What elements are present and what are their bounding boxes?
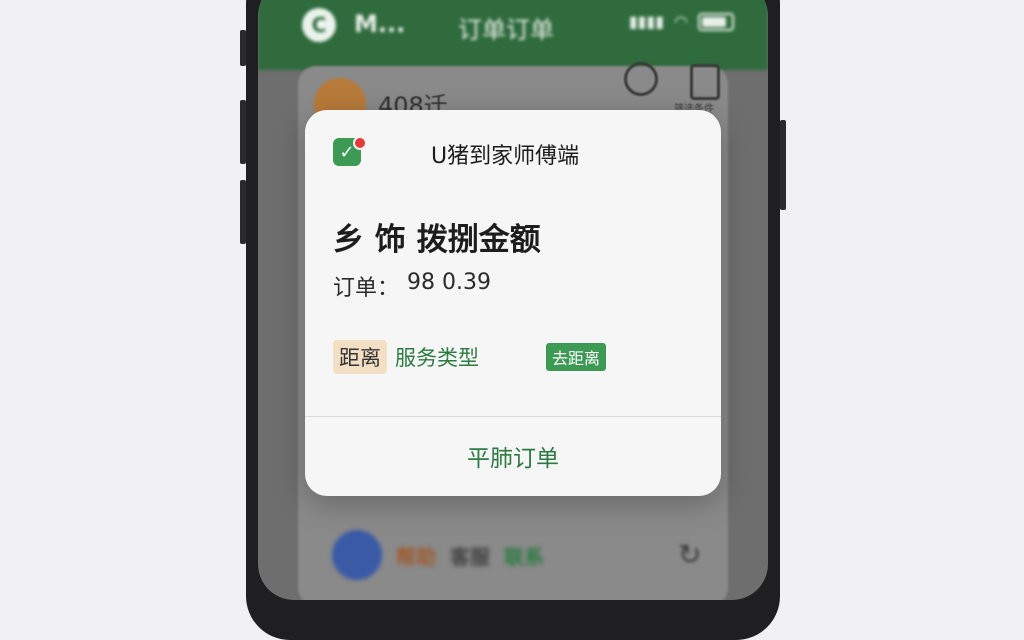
order-value: 98 0.39 <box>407 270 491 295</box>
bottom-avatar <box>332 530 382 580</box>
search-icon <box>624 62 658 96</box>
order-line: 订单： 98 0.39 <box>333 270 491 302</box>
phone-side-button <box>240 30 246 66</box>
tag-row: 距离 服务类型 <box>333 340 479 374</box>
power-button <box>780 120 786 210</box>
go-distance-badge[interactable]: 去距离 <box>546 343 607 371</box>
status-bar: ▮▮▮▮ ◠ <box>629 12 734 31</box>
signal-icon: ▮▮▮▮ <box>628 12 665 31</box>
dialog-app-name: U猪到家师傅端 <box>431 144 580 169</box>
chip-help: 帮助 <box>396 544 436 569</box>
clipboard-icon <box>690 64 720 100</box>
accept-order-button[interactable]: 平肺订单 <box>305 416 721 496</box>
battery-icon <box>698 12 734 31</box>
bottom-list-item: 帮助 客服 联系 <box>332 530 544 580</box>
app-header: C M... 订单订单 ▮▮▮▮ ◠ <box>258 0 768 70</box>
notification-badge <box>353 136 367 150</box>
app-name: M... <box>354 10 406 38</box>
chevron-icon: ↻ <box>678 538 702 571</box>
distance-tag: 距离 <box>333 340 387 374</box>
header-title: 订单订单 <box>458 16 554 44</box>
chip-service: 客服 <box>450 544 490 569</box>
app-logo: C <box>302 8 336 42</box>
wifi-icon: ◠ <box>674 12 688 31</box>
chip-contact: 联系 <box>504 544 544 569</box>
volume-down-button <box>240 180 246 244</box>
order-label: 订单： <box>333 276 400 301</box>
order-dialog: ✓ U猪到家师傅端 乡 饰 拨捌金额 订单： 98 0.39 距离 服务类型 去… <box>305 110 721 496</box>
service-type-tag: 服务类型 <box>395 346 479 370</box>
volume-up-button <box>240 100 246 164</box>
dialog-title: 乡 饰 拨捌金额 <box>333 222 541 258</box>
